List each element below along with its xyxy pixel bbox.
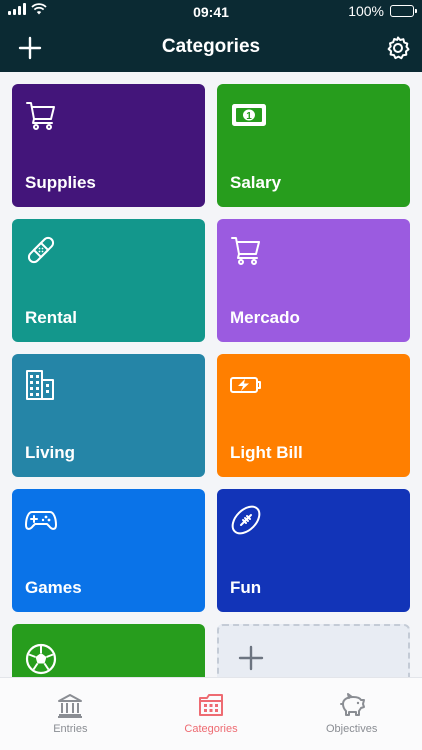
buildings-icon: [26, 370, 54, 400]
battery-percentage: 100%: [348, 3, 384, 19]
category-grid: Supplies 1 Salary Rental Mercado Living …: [12, 84, 410, 747]
category-label: Mercado: [230, 308, 300, 327]
category-label: Rental: [25, 308, 77, 327]
category-tile-mercado[interactable]: Mercado: [217, 219, 410, 342]
gamepad-icon: [25, 511, 57, 530]
category-tile-living[interactable]: Living: [12, 354, 205, 477]
category-label: Supplies: [25, 173, 96, 192]
category-label: Living: [25, 443, 76, 462]
status-right: 100%: [348, 3, 417, 19]
soccer-ball-icon: [25, 643, 57, 675]
bandage-icon: [27, 236, 55, 264]
page-title: Categories: [161, 36, 261, 57]
tab-label: Objectives: [326, 723, 378, 735]
bank-icon: [58, 694, 83, 718]
battery-charging-icon: [230, 377, 261, 393]
tab-entries[interactable]: Entries: [0, 678, 141, 750]
tab-categories[interactable]: Categories: [141, 678, 282, 750]
category-tile-rental[interactable]: Rental: [12, 219, 205, 342]
tab-bar: Entries Categories Objectives: [0, 677, 422, 750]
tab-label: Categories: [184, 723, 238, 735]
category-tile-fun[interactable]: Fun: [217, 489, 410, 612]
banknote-icon: 1: [232, 104, 266, 126]
header: Categories: [0, 28, 422, 68]
top-bar: 09:41 100% Categories: [0, 0, 422, 72]
shopping-cart-icon: [231, 237, 260, 265]
category-tile-games[interactable]: Games: [12, 489, 205, 612]
gear-icon[interactable]: [384, 34, 412, 62]
plus-icon: [238, 645, 264, 671]
category-tile-salary[interactable]: 1 Salary: [217, 84, 410, 207]
category-label: Light Bill: [230, 443, 303, 462]
piggy-bank-icon: [339, 693, 365, 716]
category-tile-supplies[interactable]: Supplies: [12, 84, 205, 207]
tab-objectives[interactable]: Objectives: [281, 678, 422, 750]
calendar-grid-icon: [199, 694, 223, 716]
svg-text:1: 1: [246, 111, 252, 122]
category-label: Salary: [230, 173, 282, 192]
football-icon: [231, 505, 261, 535]
battery-icon: [390, 5, 417, 17]
shopping-cart-icon: [26, 102, 55, 130]
tab-label: Entries: [53, 723, 88, 735]
category-tile-light-bill[interactable]: Light Bill: [217, 354, 410, 477]
category-label: Fun: [230, 578, 262, 597]
status-bar: 09:41 100%: [0, 0, 422, 24]
category-label: Games: [25, 578, 82, 597]
